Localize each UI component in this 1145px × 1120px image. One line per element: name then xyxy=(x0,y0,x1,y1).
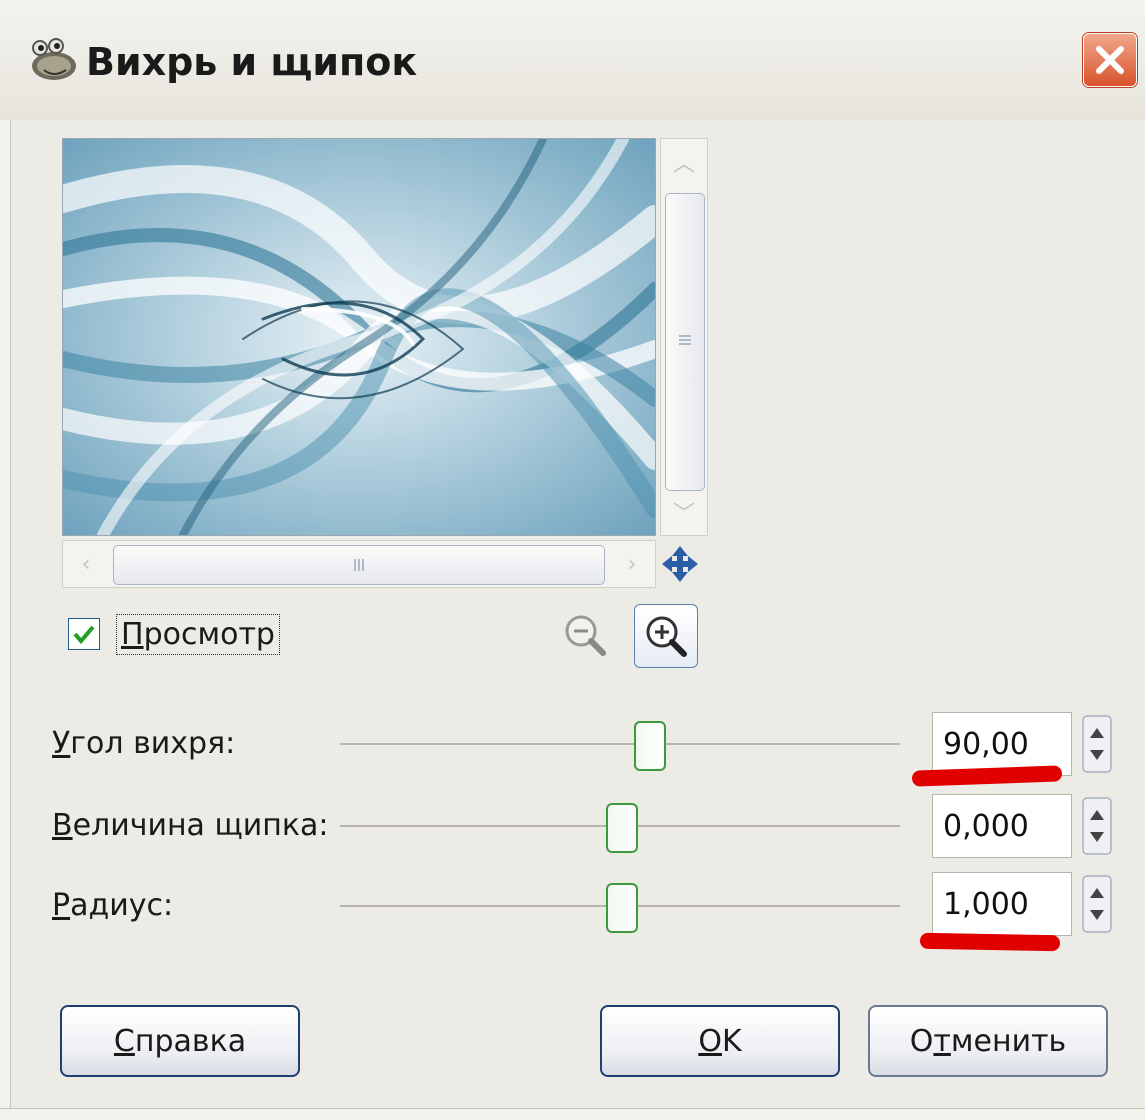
swirl-pinch-dialog: Вихрь и щипок ︿ ﹀ ‹ › Просмотр Угол вихр… xyxy=(0,0,1145,1120)
zoom-in-button[interactable] xyxy=(634,604,698,668)
window-title: Вихрь и щипок xyxy=(86,40,418,84)
zoom-out-icon xyxy=(565,615,606,656)
swirl-angle-slider-handle[interactable] xyxy=(634,721,666,771)
preview-vertical-scrollbar[interactable]: ︿ ﹀ xyxy=(660,138,708,536)
title-bar[interactable]: Вихрь и щипок xyxy=(0,0,1145,120)
window-frame-left xyxy=(0,120,11,1119)
grip-icon xyxy=(679,335,691,345)
preview-image[interactable] xyxy=(62,138,656,536)
pinch-amount-spinner-icon[interactable] xyxy=(1082,794,1112,858)
window-frame-bottom xyxy=(0,1108,1145,1120)
navigate-move-icon[interactable] xyxy=(658,542,702,586)
radius-slider-handle[interactable] xyxy=(606,883,638,933)
pinch-amount-input[interactable]: 0,000 xyxy=(932,794,1072,858)
radius-label: Радиус: xyxy=(52,888,174,923)
horizontal-scroll-thumb[interactable] xyxy=(113,545,605,585)
swirl-angle-track[interactable] xyxy=(340,743,900,745)
preview-checkbox[interactable] xyxy=(68,618,100,650)
vertical-scroll-thumb[interactable] xyxy=(665,193,705,491)
checkmark-icon xyxy=(73,625,95,645)
swirl-preview-graphic xyxy=(63,139,655,535)
scroll-up-icon[interactable]: ︿ xyxy=(661,139,707,185)
pinch-amount-label: Величина щипка: xyxy=(52,808,329,843)
ok-button[interactable]: OK xyxy=(600,1005,840,1077)
help-button[interactable]: Справка xyxy=(60,1005,300,1077)
zoom-in-icon xyxy=(646,616,687,657)
scroll-down-icon[interactable]: ﹀ xyxy=(661,489,707,535)
radius-input[interactable]: 1,000 xyxy=(932,872,1072,936)
red-highlight-mark xyxy=(919,932,1061,952)
swirl-angle-spinner-icon[interactable] xyxy=(1082,712,1112,776)
scroll-right-icon[interactable]: › xyxy=(609,541,655,587)
zoom-out-button[interactable] xyxy=(554,604,616,666)
preview-horizontal-scrollbar[interactable]: ‹ › xyxy=(62,540,656,588)
grip-icon xyxy=(354,559,364,571)
close-icon xyxy=(1096,46,1124,74)
gimp-app-icon xyxy=(32,38,76,80)
swirl-angle-label: Угол вихря: xyxy=(52,726,236,761)
scroll-left-icon[interactable]: ‹ xyxy=(63,541,109,587)
close-button[interactable] xyxy=(1083,33,1137,87)
radius-spinner-icon[interactable] xyxy=(1082,872,1112,936)
pinch-amount-slider-handle[interactable] xyxy=(606,803,638,853)
preview-checkbox-label[interactable]: Просмотр xyxy=(116,614,280,655)
cancel-button[interactable]: От менить xyxy=(868,1005,1108,1077)
